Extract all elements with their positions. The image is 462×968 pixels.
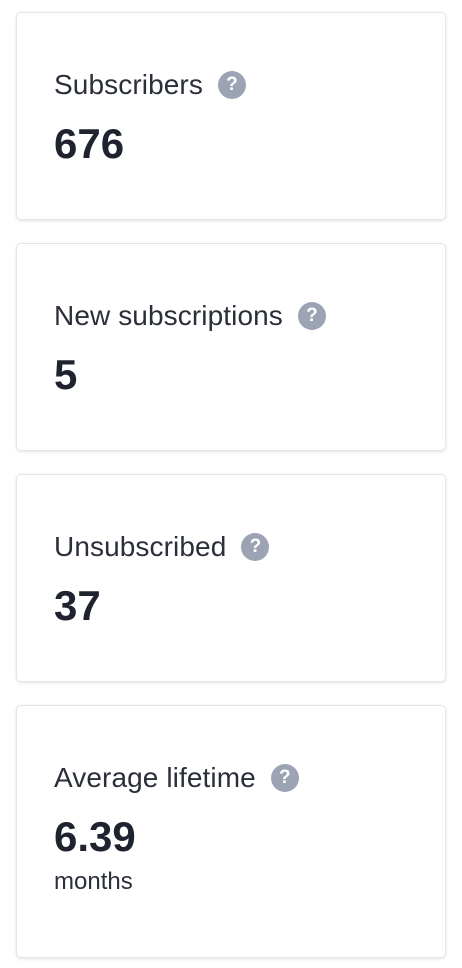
new-subscriptions-label: New subscriptions: [54, 300, 283, 331]
new-subscriptions-header: New subscriptions ?: [54, 298, 326, 334]
new-subscriptions-card: New subscriptions ? 5: [16, 243, 446, 451]
new-subscriptions-help-icon[interactable]: ?: [297, 302, 326, 330]
subscribers-value: 676: [54, 120, 125, 167]
unsubscribed-help-icon[interactable]: ?: [241, 533, 270, 561]
subscribers-label: Subscribers: [54, 69, 203, 100]
subscribers-help-icon[interactable]: ?: [217, 71, 246, 99]
stats-panel: Subscribers ? 676 New subscriptions ? 5 …: [16, 12, 446, 958]
average-lifetime-card: Average lifetime ? 6.39 months: [16, 705, 446, 958]
average-lifetime-label: Average lifetime: [54, 762, 256, 793]
unsubscribed-value: 37: [54, 582, 101, 629]
unsubscribed-label: Unsubscribed: [54, 531, 227, 562]
average-lifetime-header: Average lifetime ?: [54, 760, 299, 796]
average-lifetime-value: 6.39: [54, 813, 136, 860]
unsubscribed-card: Unsubscribed ? 37: [16, 474, 446, 682]
average-lifetime-help-icon[interactable]: ?: [270, 764, 299, 792]
average-lifetime-unit: months: [54, 868, 133, 895]
new-subscriptions-value: 5: [54, 351, 78, 398]
unsubscribed-header: Unsubscribed ?: [54, 529, 270, 565]
subscribers-card: Subscribers ? 676: [16, 12, 446, 220]
subscribers-header: Subscribers ?: [54, 67, 246, 103]
